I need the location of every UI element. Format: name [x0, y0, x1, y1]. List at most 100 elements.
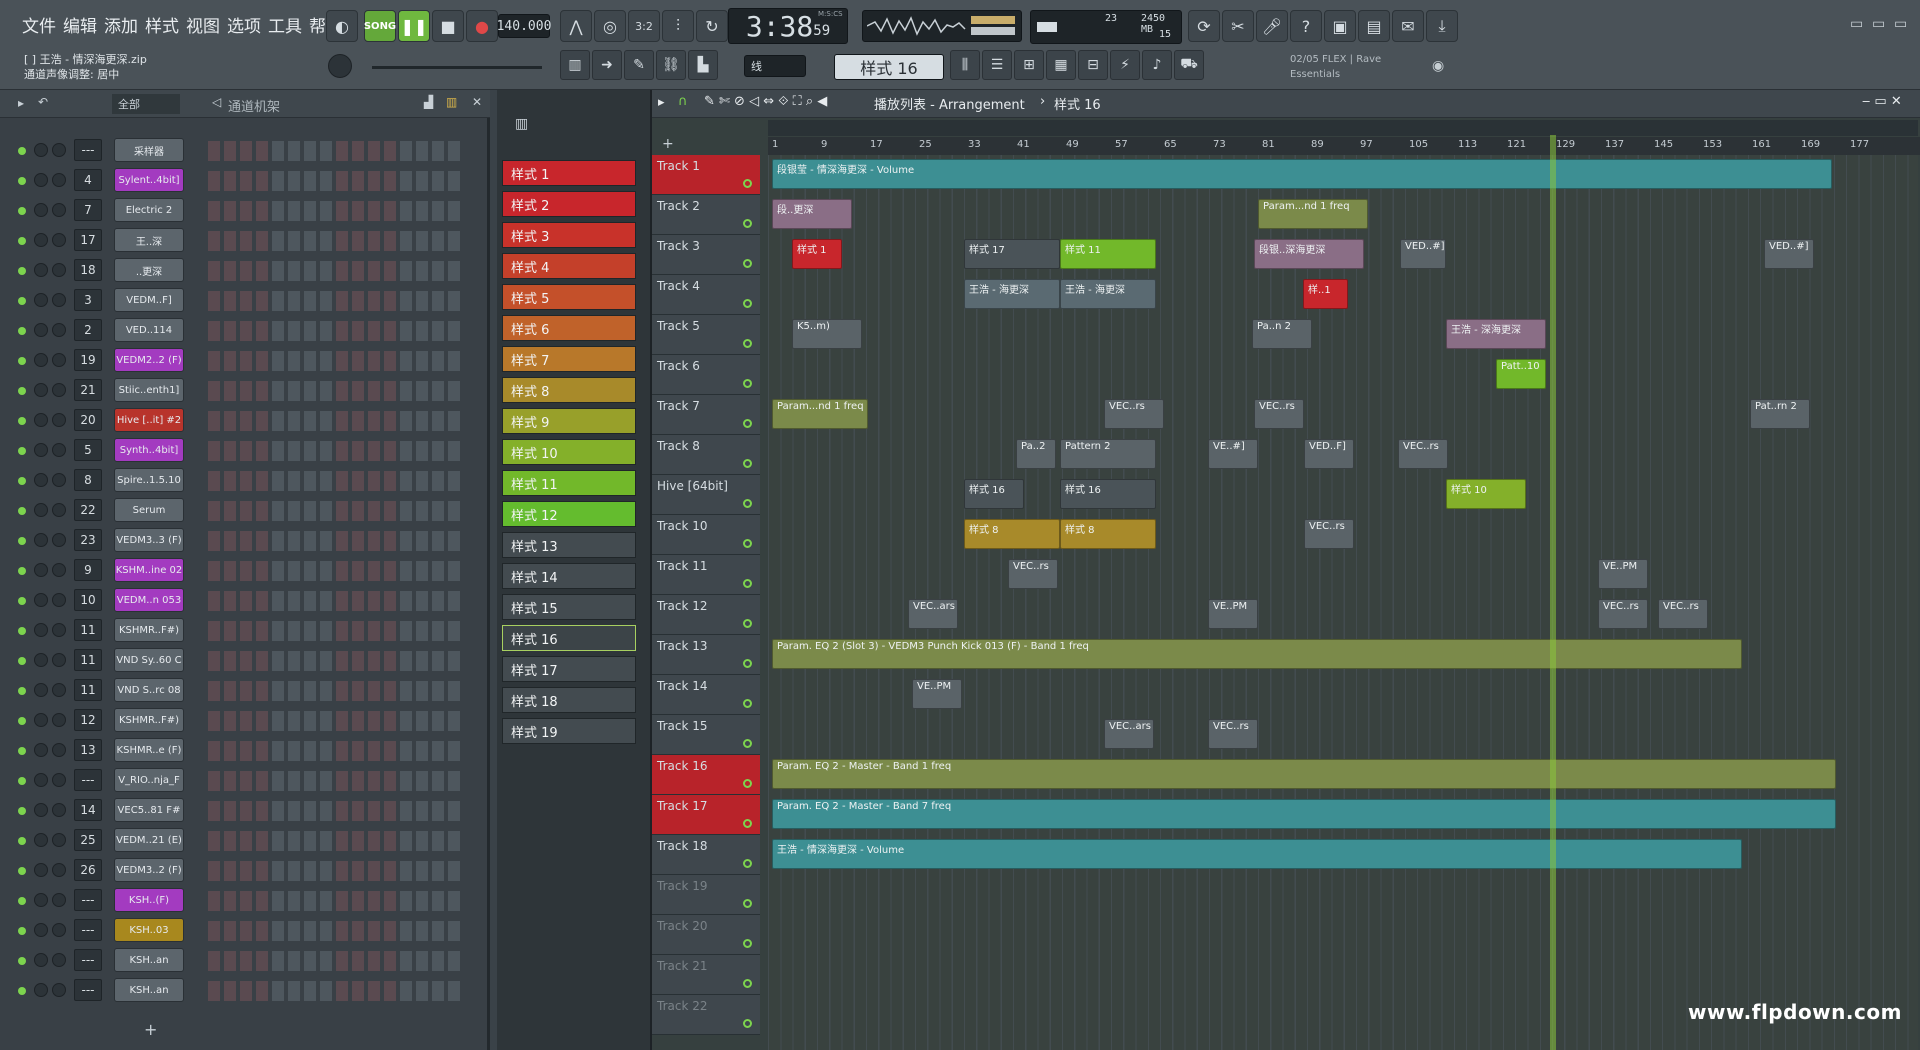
channel-name-button[interactable]: Electric 2 — [114, 198, 184, 222]
track-mute-led[interactable] — [743, 1019, 752, 1028]
pan-knob[interactable] — [34, 833, 48, 847]
step-sequencer[interactable] — [208, 621, 464, 641]
overview-strip[interactable] — [768, 120, 1918, 136]
channel-row[interactable]: 21 Stiic..enth1] — [0, 376, 490, 406]
pan-knob[interactable] — [34, 413, 48, 427]
track-mute-led[interactable] — [743, 859, 752, 868]
volume-knob[interactable] — [52, 443, 66, 457]
track-header[interactable]: Hive [64bit] — [652, 475, 760, 515]
pattern-item[interactable]: 样式 1 — [502, 160, 636, 186]
channel-name-button[interactable]: V_RIO..nja_F — [114, 768, 184, 792]
volume-knob[interactable] — [52, 923, 66, 937]
step-sequencer[interactable] — [208, 471, 464, 491]
channel-name-button[interactable]: KSHM..ine 02 — [114, 558, 184, 582]
track-header[interactable]: Track 15 — [652, 715, 760, 755]
pan-knob[interactable] — [34, 803, 48, 817]
channel-led[interactable] — [18, 477, 26, 485]
volume-knob[interactable] — [52, 233, 66, 247]
menu-item[interactable]: 工具 — [268, 12, 302, 37]
pattern-song-toggle[interactable]: ◐ — [326, 10, 358, 42]
track-mute-led[interactable] — [743, 219, 752, 228]
pattern-item[interactable]: 样式 19 — [502, 718, 636, 744]
playlist-clip[interactable]: Pa..2 — [1016, 439, 1056, 469]
track-header[interactable]: Track 16 — [652, 755, 760, 795]
channel-name-button[interactable]: 采样器 — [114, 138, 184, 162]
channel-led[interactable] — [18, 987, 26, 995]
track-mute-led[interactable] — [743, 179, 752, 188]
step-sequencer[interactable] — [208, 771, 464, 791]
mixer-track-number[interactable]: 5 — [74, 439, 102, 461]
playlist-clip[interactable]: VEC..rs — [1398, 439, 1448, 469]
timeline-ruler[interactable]: 1 9 17 25 33 41 49 57 65 73 81 89 97 105 113 121 129 137 1… — [768, 137, 1920, 155]
mixer-track-number[interactable]: 26 — [74, 859, 102, 881]
mixer-track-number[interactable]: 19 — [74, 349, 102, 371]
channel-row[interactable]: 26 VEDM3..2 (F) — [0, 856, 490, 886]
step-sequencer[interactable] — [208, 351, 464, 371]
channel-row[interactable]: 7 Electric 2 — [0, 196, 490, 226]
channel-name-button[interactable]: VED..114 — [114, 318, 184, 342]
volume-knob[interactable] — [52, 293, 66, 307]
playlist-clip[interactable]: 段..更深 — [772, 199, 852, 229]
channel-led[interactable] — [18, 507, 26, 515]
track-mute-led[interactable] — [743, 979, 752, 988]
track-header[interactable]: Track 22 — [652, 995, 760, 1035]
mixer-track-number[interactable]: 11 — [74, 619, 102, 641]
track-header[interactable]: Track 21 — [652, 955, 760, 995]
volume-knob[interactable] — [52, 563, 66, 577]
playlist-clip[interactable]: 样式 16 — [1060, 479, 1156, 509]
pattern-item[interactable]: 样式 18 — [502, 687, 636, 713]
pan-knob[interactable] — [34, 443, 48, 457]
volume-knob[interactable] — [52, 353, 66, 367]
playlist-clip[interactable]: Pa..n 2 — [1252, 319, 1312, 349]
channel-led[interactable] — [18, 927, 26, 935]
channel-row[interactable]: 4 Sylent..4bit] — [0, 166, 490, 196]
channel-led[interactable] — [18, 297, 26, 305]
piano-icon[interactable]: ▥ — [560, 50, 590, 80]
channel-row[interactable]: 18 ..更深 — [0, 256, 490, 286]
volume-knob[interactable] — [52, 983, 66, 997]
channel-name-button[interactable]: VEDM..n 053 — [114, 588, 184, 612]
channel-led[interactable] — [18, 897, 26, 905]
playlist-clip[interactable]: Param...nd 1 freq — [1258, 199, 1368, 229]
pan-knob[interactable] — [34, 653, 48, 667]
channel-led[interactable] — [18, 687, 26, 695]
channel-led[interactable] — [18, 447, 26, 455]
mixer-track-number[interactable]: --- — [74, 889, 102, 911]
track-mute-led[interactable] — [743, 579, 752, 588]
step-sequencer[interactable] — [208, 261, 464, 281]
playlist-clip[interactable]: 样式 10 — [1446, 479, 1526, 509]
channel-name-button[interactable]: VND Sy..60 C — [114, 648, 184, 672]
playlist-clip[interactable]: VED..#] — [1400, 239, 1446, 269]
track-mute-led[interactable] — [743, 539, 752, 548]
steps-icon[interactable]: ▥ — [446, 95, 457, 109]
playlist-clip[interactable]: VEC..rs — [1254, 399, 1304, 429]
step-sequencer[interactable] — [208, 381, 464, 401]
pattern-item[interactable]: 样式 11 — [502, 470, 636, 496]
playlist-clip[interactable]: 样式 8 — [964, 519, 1060, 549]
mixer-track-number[interactable]: --- — [74, 979, 102, 1001]
pan-knob[interactable] — [34, 983, 48, 997]
playlist-clip[interactable]: Param...nd 1 freq — [772, 399, 868, 429]
mixer-track-number[interactable]: 21 — [74, 379, 102, 401]
channel-row[interactable]: 11 VND S..rc 08 — [0, 676, 490, 706]
channel-led[interactable] — [18, 837, 26, 845]
track-header[interactable]: Track 4 — [652, 275, 760, 315]
pattern-item[interactable]: 样式 14 — [502, 563, 636, 589]
track-mute-led[interactable] — [743, 379, 752, 388]
channel-name-button[interactable]: KSH..an — [114, 978, 184, 1002]
record-button[interactable]: ● — [466, 10, 498, 42]
channel-led[interactable] — [18, 867, 26, 875]
channel-led[interactable] — [18, 147, 26, 155]
playlist-clip[interactable]: Param. EQ 2 - Master - Band 7 freq — [772, 799, 1836, 829]
pan-knob[interactable] — [34, 893, 48, 907]
channel-led[interactable] — [18, 417, 26, 425]
volume-knob[interactable] — [52, 713, 66, 727]
channel-row[interactable]: 17 王..深 — [0, 226, 490, 256]
channel-name-button[interactable]: VEDM3..2 (F) — [114, 858, 184, 882]
channel-row[interactable]: 25 VEDM..21 (E) — [0, 826, 490, 856]
pan-knob[interactable] — [34, 173, 48, 187]
pan-knob[interactable] — [34, 383, 48, 397]
channel-row[interactable]: 19 VEDM2..2 (F) — [0, 346, 490, 376]
step-sequencer[interactable] — [208, 711, 464, 731]
step-sequencer[interactable] — [208, 531, 464, 551]
